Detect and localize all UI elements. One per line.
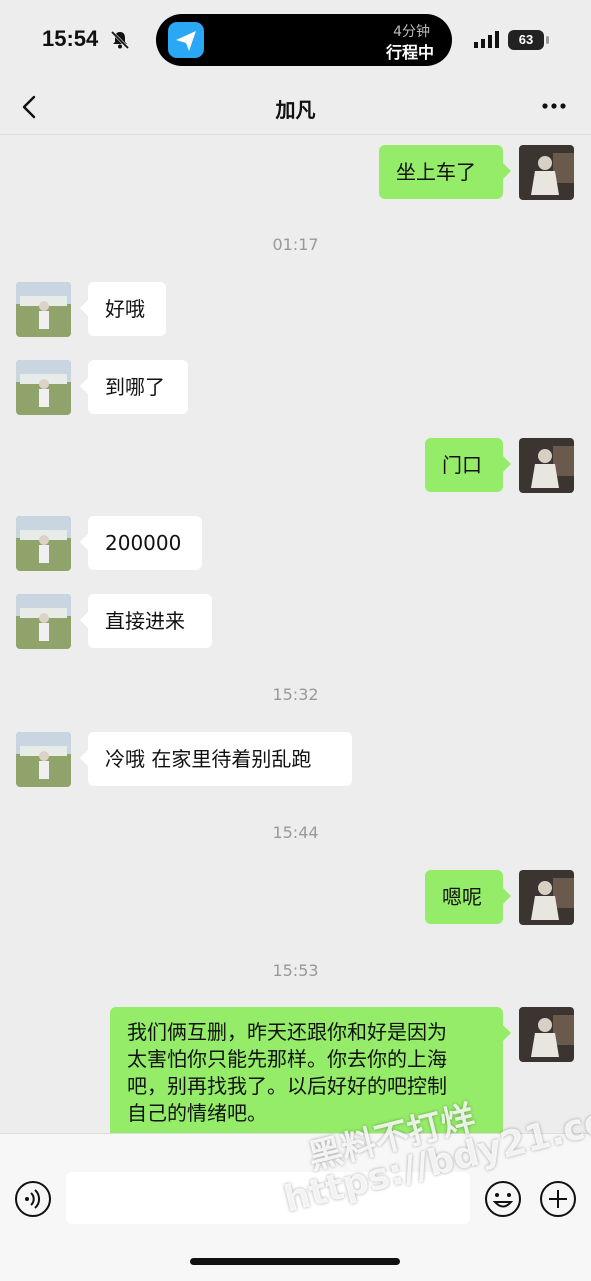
dynamic-island[interactable]: 4分钟 行程中 bbox=[156, 14, 452, 66]
message-timestamp: 15:53 bbox=[272, 961, 319, 980]
message-timestamp: 15:32 bbox=[272, 685, 319, 704]
contact-avatar[interactable] bbox=[16, 282, 71, 337]
message-outgoing[interactable]: 门口 bbox=[425, 438, 511, 492]
my-avatar[interactable] bbox=[519, 145, 574, 200]
message-incoming[interactable]: 好哦 bbox=[80, 282, 166, 336]
message-line: 吧，别再找我了。以后好好的吧控制 bbox=[127, 1074, 447, 1098]
message-incoming[interactable]: 冷哦 在家里待着别乱跑 bbox=[80, 732, 352, 786]
bell-muted-icon bbox=[110, 30, 130, 50]
contact-avatar[interactable] bbox=[16, 594, 71, 649]
trip-duration: 4分钟 bbox=[393, 24, 430, 40]
more-options-icon[interactable] bbox=[541, 96, 567, 116]
voice-input-icon[interactable] bbox=[14, 1180, 52, 1218]
message-outgoing[interactable]: 嗯呢 bbox=[425, 870, 511, 924]
signal-icon bbox=[474, 31, 499, 48]
message-incoming[interactable]: 到哪了 bbox=[80, 360, 188, 414]
contact-avatar[interactable] bbox=[16, 360, 71, 415]
add-icon[interactable] bbox=[539, 1180, 577, 1218]
contact-avatar[interactable] bbox=[16, 732, 71, 787]
emoji-icon[interactable] bbox=[484, 1180, 522, 1218]
message-line: 我们俩互删，昨天还跟你和好是因为 bbox=[127, 1020, 447, 1044]
message-line: 太害怕你只能先那样。你去你的上海 bbox=[127, 1047, 447, 1071]
my-avatar[interactable] bbox=[519, 870, 574, 925]
navigation-app-icon bbox=[168, 22, 204, 58]
my-avatar[interactable] bbox=[519, 1007, 574, 1062]
message-incoming[interactable]: 直接进来 bbox=[80, 594, 212, 648]
status-bar: 15:54 4分钟 行程中 63 bbox=[0, 0, 591, 80]
contact-avatar[interactable] bbox=[16, 516, 71, 571]
chat-title: 加凡 bbox=[275, 98, 316, 122]
battery-icon bbox=[546, 36, 549, 44]
message-outgoing[interactable]: 坐上车了 bbox=[379, 145, 511, 199]
message-timestamp: 01:17 bbox=[272, 235, 319, 254]
message-list[interactable]: 坐上车了 01:17 好哦 到哪了 门口 200000 直接进来 15:32 冷… bbox=[0, 135, 591, 1143]
status-time: 15:54 bbox=[42, 26, 99, 51]
chat-header: 加凡 bbox=[0, 80, 591, 135]
home-indicator[interactable] bbox=[190, 1258, 400, 1265]
message-timestamp: 15:44 bbox=[272, 823, 319, 842]
trip-status: 行程中 bbox=[385, 43, 434, 62]
message-incoming[interactable]: 200000 bbox=[80, 516, 202, 570]
my-avatar[interactable] bbox=[519, 438, 574, 493]
battery-level: 63 bbox=[508, 30, 544, 50]
